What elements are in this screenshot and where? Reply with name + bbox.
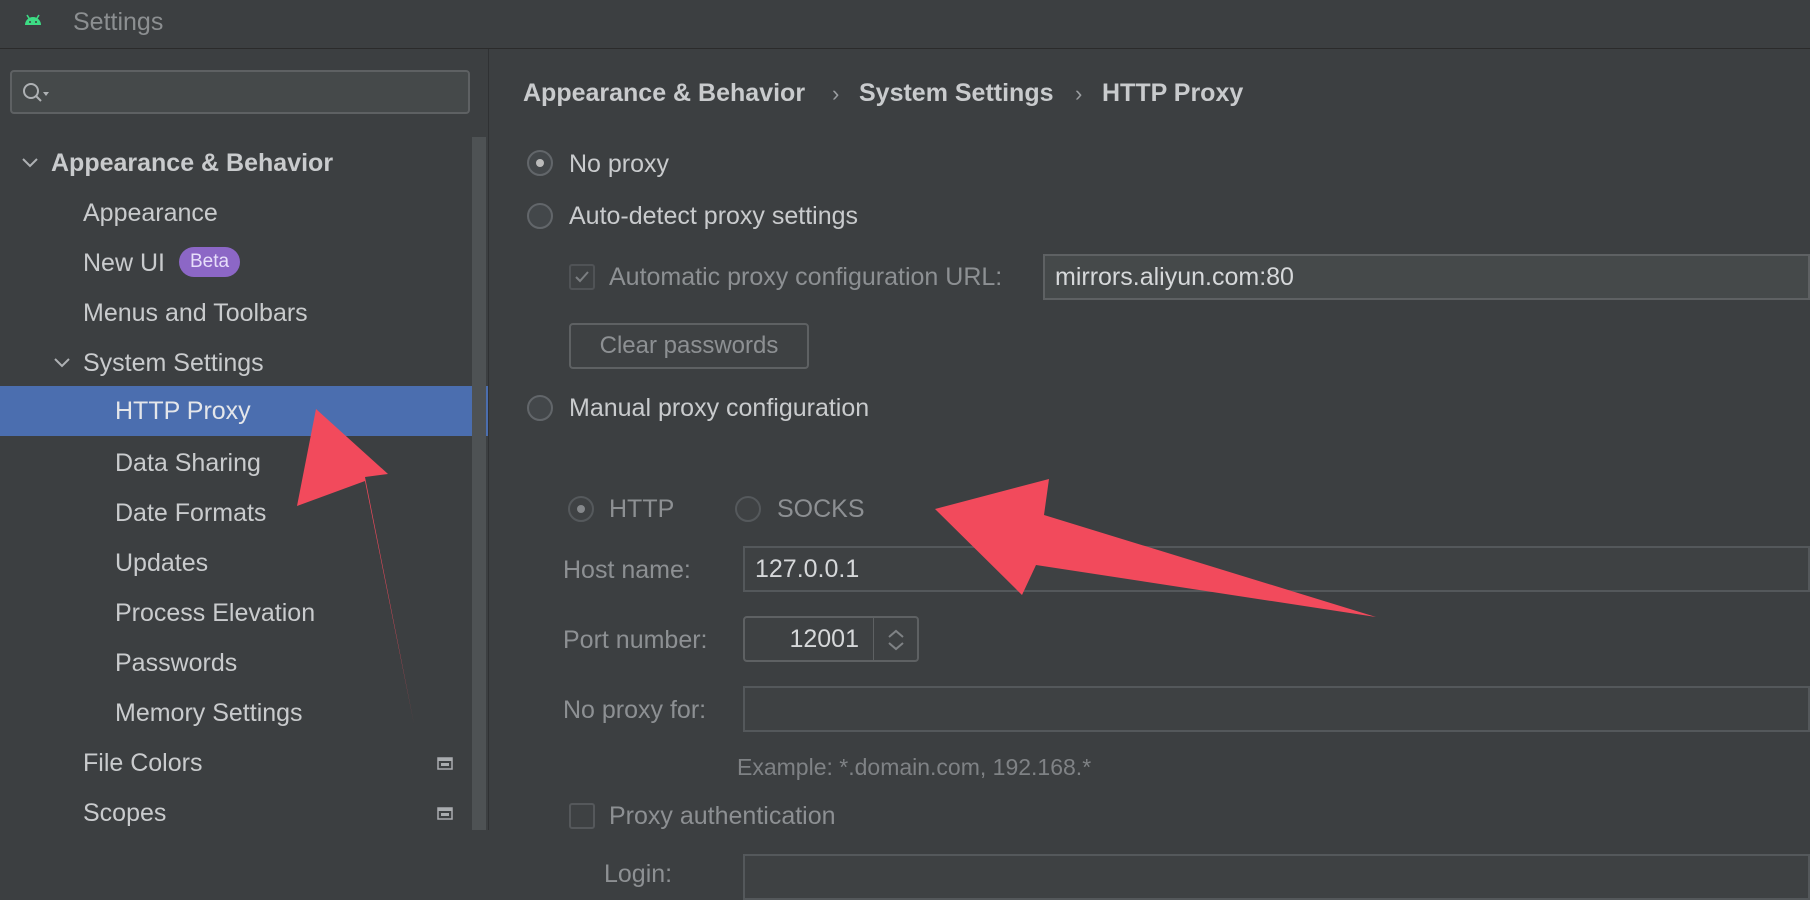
chevron-down-icon: [54, 358, 70, 368]
beta-badge: Beta: [178, 247, 241, 278]
tree-item-new-ui[interactable]: New UI Beta: [0, 238, 488, 288]
breadcrumb-separator: ›: [1075, 81, 1083, 106]
port-number-label: Port number:: [563, 626, 708, 654]
no-proxy-for-input[interactable]: [743, 686, 1810, 732]
http-proxy-panel: Appearance & Behavior › System Settings …: [489, 49, 1810, 900]
tree-item-label: New UI: [83, 249, 165, 277]
socks-label[interactable]: SOCKS: [777, 495, 865, 524]
host-name-input[interactable]: 127.0.0.1: [743, 546, 1810, 592]
proxy-auth-checkbox[interactable]: [569, 803, 595, 829]
tree-item-process-elevation[interactable]: Process Elevation: [0, 588, 488, 638]
sidebar-scrollbar[interactable]: [472, 137, 486, 830]
tree-item-label: Menus and Toolbars: [83, 299, 308, 327]
proxy-auth-label[interactable]: Proxy authentication: [609, 802, 836, 831]
spinner-arrows-icon[interactable]: [881, 626, 911, 654]
tree-item-appearance[interactable]: Appearance: [0, 188, 488, 238]
tree-item-label: Data Sharing: [115, 449, 261, 477]
tree-item-passwords[interactable]: Passwords: [0, 638, 488, 688]
tree-item-menus-toolbars[interactable]: Menus and Toolbars: [0, 288, 488, 338]
tree-item-label: Scopes: [83, 799, 167, 827]
tree-item-label: Appearance: [83, 199, 218, 227]
manual-proxy-radio[interactable]: [527, 395, 553, 421]
breadcrumb-item: HTTP Proxy: [1102, 79, 1244, 107]
project-level-icon: [437, 757, 453, 770]
tree-item-file-colors[interactable]: File Colors: [0, 738, 488, 788]
tree-item-label: System Settings: [83, 349, 264, 377]
tree-item-label: Memory Settings: [115, 699, 303, 727]
port-number-spinner[interactable]: 12001: [743, 616, 919, 662]
tree-item-date-formats[interactable]: Date Formats: [0, 488, 488, 538]
android-icon: [25, 14, 41, 25]
project-level-icon: [437, 807, 453, 820]
search-field[interactable]: [10, 70, 470, 114]
login-label: Login:: [604, 860, 673, 888]
tree-item-label: HTTP Proxy: [115, 397, 251, 425]
breadcrumb-separator: ›: [832, 81, 840, 106]
no-proxy-for-label: No proxy for:: [563, 696, 707, 724]
clear-passwords-button[interactable]: Clear passwords: [569, 323, 809, 369]
settings-sidebar: Appearance & Behavior Appearance New UI B…: [0, 49, 489, 830]
tree-item-data-sharing[interactable]: Data Sharing: [0, 438, 488, 488]
tree-item-label: Appearance & Behavior: [51, 149, 334, 177]
breadcrumb-item[interactable]: Appearance & Behavior: [523, 79, 805, 108]
check-icon: [575, 271, 589, 283]
auto-config-url-checkbox[interactable]: [569, 264, 595, 290]
no-proxy-label[interactable]: No proxy: [569, 150, 669, 179]
breadcrumb-item[interactable]: System Settings: [859, 79, 1054, 108]
chevron-down-icon: [22, 158, 38, 168]
no-proxy-example-hint: Example: *.domain.com, 192.168.*: [737, 754, 1092, 780]
tree-item-system-settings[interactable]: System Settings: [0, 338, 488, 388]
no-proxy-radio[interactable]: [527, 150, 553, 176]
auto-config-url-label: Automatic proxy configuration URL:: [609, 263, 1003, 291]
http-label[interactable]: HTTP: [609, 495, 674, 524]
title-bar: Settings: [0, 0, 1810, 49]
auto-detect-label[interactable]: Auto-detect proxy settings: [569, 202, 858, 231]
login-input[interactable]: [743, 854, 1810, 900]
tree-item-memory-settings[interactable]: Memory Settings: [0, 688, 488, 738]
tree-item-updates[interactable]: Updates: [0, 538, 488, 588]
host-name-label: Host name:: [563, 556, 691, 584]
http-radio[interactable]: [568, 496, 594, 522]
manual-proxy-label[interactable]: Manual proxy configuration: [569, 394, 869, 423]
auto-detect-radio[interactable]: [527, 203, 553, 229]
auto-config-url-input[interactable]: mirrors.aliyun.com:80: [1043, 254, 1810, 300]
search-icon: [23, 83, 49, 102]
window-title: Settings: [73, 8, 164, 36]
tree-item-label: File Colors: [83, 749, 203, 777]
tree-item-label: Process Elevation: [115, 599, 316, 627]
tree-item-label: Date Formats: [115, 499, 267, 527]
port-number-value: 12001: [789, 625, 859, 653]
tree-item-http-proxy[interactable]: HTTP Proxy: [0, 386, 488, 436]
tree-item-label: Updates: [115, 549, 209, 577]
tree-item-scopes[interactable]: Scopes: [0, 788, 488, 838]
socks-radio[interactable]: [735, 496, 761, 522]
tree-item-label: Passwords: [115, 649, 238, 677]
tree-item-appearance-behavior[interactable]: Appearance & Behavior: [0, 138, 488, 188]
